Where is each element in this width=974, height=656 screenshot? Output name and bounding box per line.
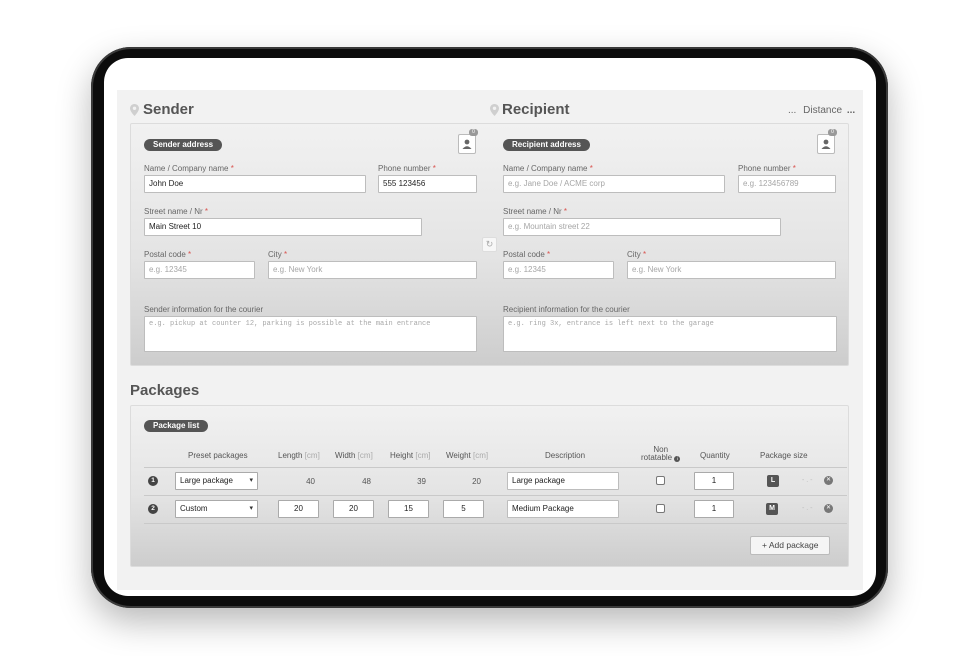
- sender-street-field[interactable]: Main Street 10: [144, 218, 422, 236]
- shipping-form: Sender Recipient ... Distance ... Sender…: [117, 90, 863, 590]
- packages-panel: Package list Preset packages Length [cm]…: [130, 405, 849, 567]
- preset-select[interactable]: Custom ▾: [175, 500, 258, 518]
- info-icon: i: [674, 456, 681, 462]
- header-height: Height [cm]: [390, 451, 431, 460]
- sender-city-field[interactable]: e.g. New York: [268, 261, 477, 279]
- header-preset: Preset packages: [188, 451, 248, 460]
- header-length: Length [cm]: [278, 451, 320, 460]
- package-list-badge: Package list: [144, 420, 209, 432]
- remove-row-icon[interactable]: ✕: [824, 504, 833, 513]
- recipient-phone-label: Phone number *: [738, 164, 796, 173]
- description-field[interactable]: Large package: [507, 472, 619, 490]
- recipient-contacts-count: 0: [828, 129, 837, 136]
- non-rotatable-checkbox[interactable]: [656, 504, 665, 513]
- recipient-address-badge: Recipient address: [503, 139, 590, 151]
- dimensions-text: - . -: [802, 505, 813, 512]
- sender-phone-label: Phone number *: [378, 164, 436, 173]
- person-icon: [821, 139, 831, 149]
- sender-phone-field[interactable]: 555 123456: [378, 175, 477, 193]
- sender-postal-label: Postal code *: [144, 250, 192, 259]
- add-package-button[interactable]: + Add package: [750, 536, 831, 555]
- row-number: 2: [148, 504, 158, 514]
- length-field[interactable]: 20: [278, 500, 319, 518]
- width-field[interactable]: 20: [333, 500, 374, 518]
- distance-label: Distance: [803, 105, 843, 116]
- row-divider: [144, 495, 847, 496]
- sender-name-label: Name / Company name *: [144, 164, 234, 173]
- swap-icon: ↻: [485, 239, 494, 249]
- row-divider: [144, 523, 847, 524]
- recipient-street-field[interactable]: e.g. Mountain street 22: [503, 218, 781, 236]
- dimensions-text: - . -: [802, 477, 813, 484]
- row-number: 1: [148, 476, 158, 486]
- width-value: 48: [362, 477, 371, 486]
- sender-name-field[interactable]: John Doe: [144, 175, 366, 193]
- recipient-contacts-button[interactable]: 0: [817, 129, 837, 154]
- recipient-phone-field[interactable]: e.g. 123456789: [738, 175, 836, 193]
- package-size-badge: L: [767, 475, 779, 487]
- distance-value: ...: [846, 105, 856, 116]
- recipient-name-label: Name / Company name *: [503, 164, 593, 173]
- header-weight: Weight [cm]: [446, 451, 489, 460]
- stage: Sender Recipient ... Distance ... Sender…: [0, 0, 974, 656]
- distance-indicator: ... Distance ...: [788, 105, 855, 116]
- weight-value: 20: [472, 477, 481, 486]
- tablet-screen: Sender Recipient ... Distance ... Sender…: [104, 58, 876, 596]
- header-width: Width [cm]: [335, 451, 373, 460]
- recipient-info-label: Recipient information for the courier: [503, 305, 630, 314]
- recipient-postal-label: Postal code *: [503, 250, 551, 259]
- header-description: Description: [545, 451, 586, 460]
- package-size-badge: M: [766, 503, 778, 515]
- recipient-info-textarea[interactable]: e.g. ring 3x, entrance is left next to t…: [503, 316, 837, 352]
- sender-address-badge: Sender address: [144, 139, 223, 151]
- sender-info-textarea[interactable]: e.g. pickup at counter 12, parking is po…: [144, 316, 477, 352]
- description-field[interactable]: Medium Package: [507, 500, 619, 518]
- recipient-street-label: Street name / Nr *: [503, 207, 568, 216]
- sender-street-label: Street name / Nr *: [144, 207, 209, 216]
- quantity-field[interactable]: 1: [694, 500, 734, 518]
- length-value: 40: [306, 477, 315, 486]
- address-panel: Sender address 0 Name / Company name * J…: [130, 123, 849, 366]
- sender-contacts-count: 0: [469, 129, 478, 136]
- sender-contacts-button[interactable]: 0: [458, 129, 478, 154]
- height-field[interactable]: 15: [388, 500, 429, 518]
- preset-selected: Custom: [180, 504, 208, 513]
- non-rotatable-checkbox[interactable]: [656, 476, 665, 485]
- recipient-city-label: City *: [627, 250, 647, 259]
- header-package-size: Package size: [760, 451, 808, 460]
- recipient-postal-field[interactable]: e.g. 12345: [503, 261, 614, 279]
- recipient-name-field[interactable]: e.g. Jane Doe / ACME corp: [503, 175, 725, 193]
- sender-postal-field[interactable]: e.g. 12345: [144, 261, 255, 279]
- person-icon: [462, 139, 472, 149]
- remove-row-icon[interactable]: ✕: [824, 476, 833, 485]
- packages-title: Packages: [130, 382, 200, 399]
- recipient-city-field[interactable]: e.g. New York: [627, 261, 836, 279]
- distance-prefix: ...: [788, 105, 797, 116]
- location-pin-icon: [490, 104, 499, 116]
- header-non-rotatable: Non rotatable i: [641, 446, 681, 462]
- chevron-down-icon: ▾: [249, 505, 253, 512]
- sender-title: Sender: [143, 101, 194, 118]
- sender-city-label: City *: [268, 250, 288, 259]
- swap-addresses-button[interactable]: ↻: [482, 237, 497, 252]
- location-pin-icon: [130, 104, 139, 116]
- sender-info-label: Sender information for the courier: [144, 305, 264, 314]
- row-divider: [144, 467, 847, 468]
- recipient-title: Recipient: [502, 101, 570, 118]
- weight-field[interactable]: 5: [443, 500, 484, 518]
- header-quantity: Quantity: [700, 451, 730, 460]
- preset-select[interactable]: Large package ▾: [175, 472, 258, 490]
- preset-selected: Large package: [180, 476, 233, 485]
- chevron-down-icon: ▾: [249, 477, 253, 484]
- quantity-field[interactable]: 1: [694, 472, 734, 490]
- height-value: 39: [417, 477, 426, 486]
